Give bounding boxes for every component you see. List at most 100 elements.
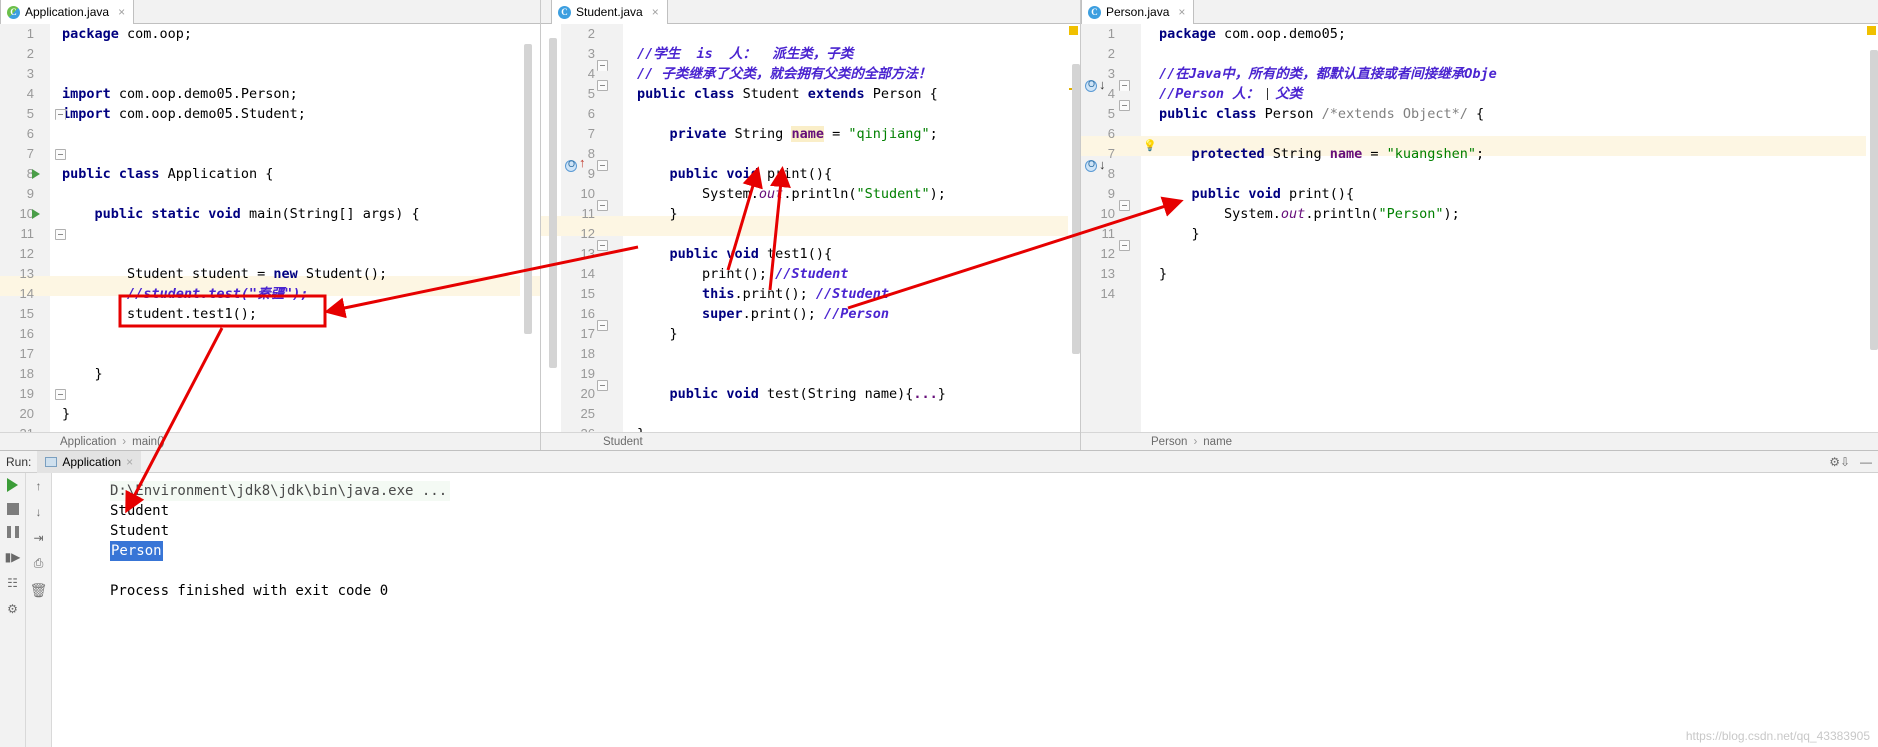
fold-icon-imports-end[interactable] [55,149,66,160]
line-text: private String name = "qinjiang"; [637,126,938,142]
line-number: 26 [569,424,595,432]
overriding-method-gutter-icon[interactable] [1085,159,1097,172]
console-line: Student [110,523,170,539]
fold-icon-comment-2[interactable] [1119,100,1130,111]
code-line: 10 public static void main(String[] args… [0,204,540,224]
scrollbar-thumb[interactable] [524,44,532,334]
fold-icon-comment[interactable] [597,60,608,71]
fold-icon-test1[interactable] [597,240,608,251]
fold-icon-main[interactable] [55,229,66,240]
stop-icon[interactable] [6,503,19,515]
line-text: super.print(); //Person [637,306,889,322]
scroll-up-icon[interactable]: ↑ [31,478,46,493]
fold-icon-print[interactable] [1119,200,1130,211]
breadcrumb-class[interactable]: Student [603,436,643,448]
code-lines-person: 1 package com.oop.demo05; 2 3//在Java中，所有的类，… [1081,24,1878,432]
implementation-arrow-icon: ↓ [1099,77,1106,92]
run-method-gutter-icon[interactable] [32,209,40,219]
fold-icon-comment[interactable] [1119,80,1130,91]
line-number: 10 [19,206,34,221]
line-number: 2 [587,26,595,41]
rerun-icon[interactable] [7,478,18,492]
settings-icon[interactable]: ⚙ [5,601,20,616]
code-line: 6 [0,124,540,144]
fold-icon-test[interactable] [597,380,608,391]
fold-icon-print-end[interactable] [597,200,608,211]
line-text: print(); //Student [637,266,849,282]
fold-icon-print[interactable] [597,160,608,171]
tabbar-application: C Application.java × [0,0,540,24]
soft-wrap-icon[interactable]: ⇥ [31,530,46,545]
warning-marker[interactable] [1867,26,1876,35]
filter-icon[interactable]: ☷ [5,575,20,590]
print-icon[interactable]: ⎙ [31,556,46,571]
line-text: } [62,366,103,382]
code-line: 10 System.out.println("Person"); [1081,204,1878,224]
fold-icon-print-end[interactable] [1119,240,1130,251]
close-icon[interactable]: × [126,455,133,469]
scrollbar-thumb-left[interactable] [549,38,557,368]
error-stripe-person[interactable] [1866,24,1878,432]
pause-icon[interactable] [6,526,19,538]
scrollbar-thumb[interactable] [1870,50,1878,350]
error-stripe-application[interactable] [520,24,532,432]
resume-icon[interactable]: ▮▶ [5,549,21,564]
breadcrumb-separator: › [122,435,127,448]
implemented-method-gutter-icon[interactable] [1085,79,1097,92]
code-line: 4 import com.oop.demo05.Person; [0,84,540,104]
code-line: 11 } [1081,224,1878,244]
code-line: 1 package com.oop; [0,24,540,44]
breadcrumb-field[interactable]: name [1203,436,1232,448]
line-text: } [62,406,71,422]
tab-application-java[interactable]: C Application.java × [0,0,135,24]
line-number: 13 [19,266,34,281]
watermark-text: https://blog.csdn.net/qq_43383905 [1685,729,1870,743]
fold-icon-comment-2[interactable] [597,80,608,91]
code-area-student[interactable]: 2 3 //学生 is 人： 派生类，子类 4 // 子类继承了父类，就会拥有父类的全部… [541,24,1080,432]
gear-icon[interactable]: ⚙⇩ [1829,455,1850,469]
close-icon[interactable]: × [652,5,659,19]
trash-icon[interactable]: 🗑 [30,582,48,599]
override-arrow-icon: ↓ [1099,157,1106,172]
breadcrumb-class[interactable]: Application [60,436,116,448]
line-text: package com.oop.demo05; [1159,26,1346,42]
run-class-gutter-icon[interactable] [32,169,40,179]
code-area-person[interactable]: 1 package com.oop.demo05; 2 3//在Java中，所有的类，… [1081,24,1878,432]
code-line: 9 [0,184,540,204]
line-number: 4 [26,86,34,101]
code-line: 14 //student.test("秦疆"); [0,284,540,304]
minimize-icon[interactable]: — [1860,455,1872,469]
code-line: 26} [541,424,1080,432]
code-line: 5 import com.oop.demo05.Student; [0,104,540,124]
run-configuration-tab[interactable]: Application × [37,450,142,473]
line-number: 15 [580,286,595,301]
console-line: D:\Environment\jdk8\jdk\bin\java.exe ... [110,481,1878,501]
code-area-application[interactable]: 1 package com.oop; 2 3 4 import com.oop.demo0… [0,24,540,432]
line-number: 14 [580,266,595,281]
console-output[interactable]: D:\Environment\jdk8\jdk\bin\java.exe ...… [52,473,1878,747]
tab-person-java[interactable]: C Person.java × [1081,0,1195,24]
scroll-down-icon[interactable]: ↓ [31,504,46,519]
line-text: public class Student extends Person { [637,86,938,102]
tabbar-person: C Person.java × [1081,0,1878,24]
breadcrumb-method[interactable]: main() [132,436,165,448]
scrollbar-thumb[interactable] [1072,64,1080,354]
breadcrumb-class[interactable]: Person [1151,436,1187,448]
fold-icon-imports[interactable] [55,109,66,120]
fold-icon-main-end[interactable] [55,389,66,400]
lightbulb-icon[interactable] [1143,136,1155,148]
line-number: 14 [1100,286,1115,301]
line-number: 18 [580,346,595,361]
overridden-method-gutter-icon[interactable] [565,159,577,172]
close-icon[interactable]: × [1178,5,1185,19]
warning-marker[interactable] [1069,26,1078,35]
line-number: 13 [580,246,595,261]
error-stripe-student[interactable] [1068,24,1080,432]
fold-icon-test1-end[interactable] [597,320,608,331]
close-icon[interactable]: × [118,5,125,19]
idea-window: C Application.java × 1 package com.oop; 2 3… [0,0,1878,747]
code-line: 8 [541,144,1080,164]
code-line: 21 [0,424,540,432]
tab-student-java[interactable]: C Student.java × [551,0,668,24]
code-line: 15 this.print(); //Student [541,284,1080,304]
